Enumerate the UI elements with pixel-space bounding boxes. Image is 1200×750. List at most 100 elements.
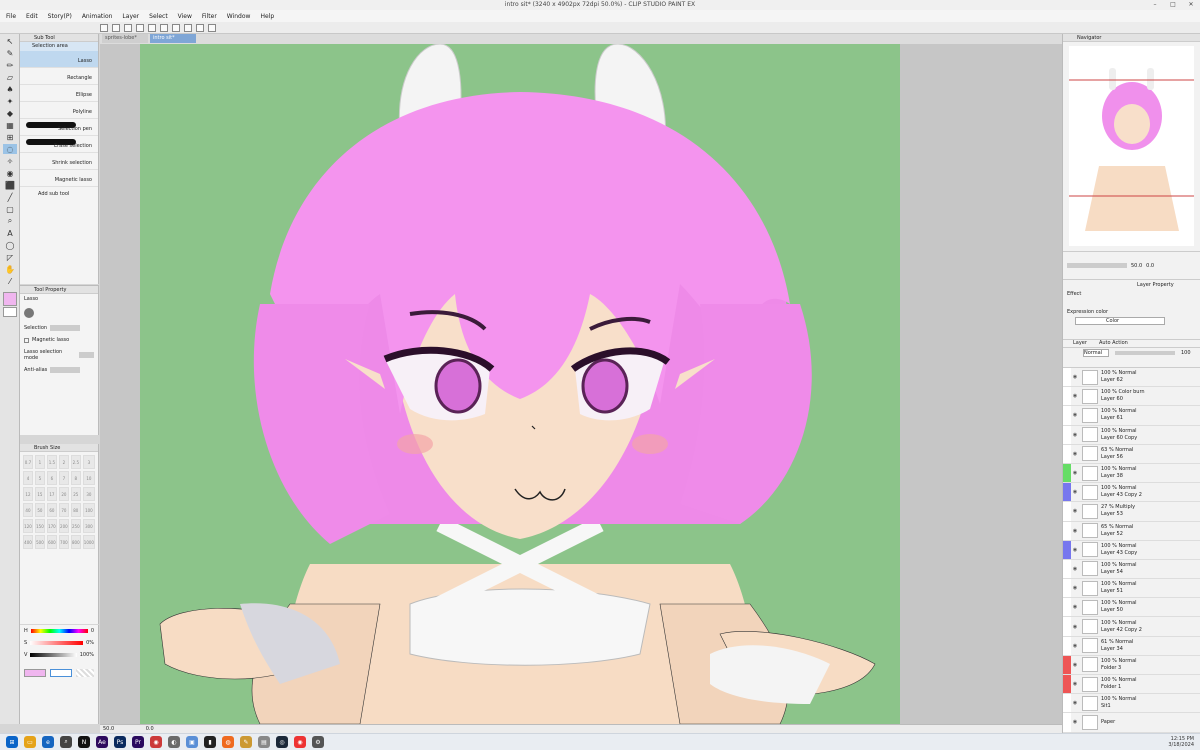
brush-size-option[interactable]: 2.5 [70, 455, 81, 469]
layer-row[interactable]: ◉ 100 % Normal Layer 54 [1063, 559, 1200, 580]
sub-tool-lasso[interactable]: Lasso [20, 51, 98, 68]
app2-icon[interactable]: ✎ [240, 736, 252, 748]
eyedropper-tool-icon[interactable]: ⁄ [3, 276, 17, 286]
brush-size-option[interactable]: 800 [70, 535, 81, 549]
layer-row[interactable]: ◉ 65 % Normal Layer 52 [1063, 521, 1200, 541]
eye-icon[interactable]: ◉ [1071, 604, 1079, 610]
current-color-swatch[interactable] [24, 669, 46, 677]
value-slider[interactable] [30, 653, 77, 657]
brush-size-option[interactable]: 60 [46, 503, 57, 517]
sub-tool-erase-selection[interactable]: Erase selection [20, 136, 98, 153]
canvas-artwork[interactable] [140, 44, 900, 724]
brush-size-option[interactable]: 600 [46, 535, 57, 549]
magnetic-lasso-checkbox[interactable] [24, 337, 29, 343]
brush-size-option[interactable]: 20 [58, 487, 69, 501]
brush-size-option[interactable]: 700 [58, 535, 69, 549]
deselect-icon[interactable] [184, 23, 192, 32]
eye-icon[interactable]: ◉ [1071, 585, 1079, 591]
expression-color-select[interactable]: Color [1075, 317, 1165, 325]
sub-tool-shrink-selection[interactable]: Shrink selection [20, 153, 98, 170]
save-icon[interactable] [124, 23, 132, 32]
search-icon[interactable]: ⌕ [60, 736, 72, 748]
brush-size-option[interactable]: 2 [58, 455, 69, 469]
eye-icon[interactable]: ◉ [1071, 547, 1079, 553]
hue-slider[interactable] [30, 629, 88, 633]
opacity-slider[interactable] [1115, 351, 1175, 355]
add-sub-tool-button[interactable]: Add sub tool [20, 187, 98, 201]
brush-size-option[interactable]: 50 [34, 503, 45, 517]
blend-mode-select[interactable]: Normal [1083, 349, 1109, 357]
menu-select[interactable]: Select [149, 13, 168, 20]
lasso-mode-select[interactable] [78, 352, 94, 358]
eye-icon[interactable]: ◉ [1071, 624, 1079, 630]
fill-tool-icon[interactable]: ◆ [3, 108, 17, 118]
close-button[interactable]: ✕ [1182, 0, 1200, 10]
pencil-tool-icon[interactable]: ✏ [3, 60, 17, 70]
app-icon[interactable]: ◐ [168, 736, 180, 748]
menu-file[interactable]: File [6, 13, 16, 20]
blend-tool-icon[interactable]: ◉ [3, 168, 17, 178]
system-clock[interactable]: 12:15 PM 3/18/2024 [1168, 736, 1194, 748]
layer-row[interactable]: ◉ 100 % Normal Layer 43 Copy 2 [1063, 483, 1200, 503]
firefox-icon[interactable]: ◍ [222, 736, 234, 748]
brush-size-option[interactable]: 6 [46, 471, 57, 485]
balloon-tool-icon[interactable]: ◯ [3, 240, 17, 250]
brush-size-option[interactable]: 5 [34, 471, 45, 485]
sub-tool-selection-pen[interactable]: Selection pen [20, 119, 98, 136]
brush-size-option[interactable]: 17 [46, 487, 57, 501]
layer-row[interactable]: ◉ 100 % Normal Layer 61 [1063, 406, 1200, 426]
brush-size-option[interactable]: 3 [82, 455, 95, 469]
new-icon[interactable] [100, 23, 108, 32]
terminal-icon[interactable]: ▮ [204, 736, 216, 748]
brush-size-option[interactable]: 300 [82, 519, 95, 533]
sub-color-preview[interactable] [50, 669, 72, 677]
window-icon[interactable]: ▣ [186, 736, 198, 748]
navigator-thumbnail[interactable] [1069, 46, 1194, 246]
ruler-tool-icon[interactable]: ◸ [3, 252, 17, 262]
layer-row[interactable]: ◉ 100 % Color burn Layer 60 [1063, 387, 1200, 407]
antialias-options[interactable] [50, 367, 81, 373]
redo-icon[interactable] [148, 23, 156, 32]
brush-size-option[interactable]: 500 [34, 535, 45, 549]
eye-icon[interactable]: ◉ [1071, 451, 1079, 457]
invert-selection-icon[interactable] [196, 23, 204, 32]
brush-size-option[interactable]: 170 [46, 519, 57, 533]
navigator-zoom-slider[interactable] [1067, 263, 1127, 268]
brush-size-option[interactable]: 25 [70, 487, 81, 501]
clear-icon[interactable] [160, 23, 168, 32]
brush-size-option[interactable]: 250 [70, 519, 81, 533]
snap-icon[interactable] [208, 23, 216, 32]
layer-row[interactable]: ◉ 63 % Normal Layer 56 [1063, 444, 1200, 464]
windows-start-icon[interactable]: ⊞ [6, 736, 18, 748]
brush-size-option[interactable]: 30 [82, 487, 95, 501]
minimize-button[interactable]: – [1146, 0, 1164, 10]
maximize-button[interactable]: □ [1164, 0, 1182, 10]
zoom-tool-icon[interactable]: ⌕ [3, 216, 17, 226]
brush-size-option[interactable]: 200 [58, 519, 69, 533]
sub-tool-polyline[interactable]: Polyline [20, 102, 98, 119]
layer-row[interactable]: ◉ Paper [1063, 713, 1200, 733]
eye-icon[interactable]: ◉ [1071, 374, 1079, 380]
gradient-tool-icon[interactable]: ▦ [3, 120, 17, 130]
menu-window[interactable]: Window [227, 13, 251, 20]
brush-size-option[interactable]: 7 [58, 471, 69, 485]
after-effects-icon[interactable]: Ae [96, 736, 108, 748]
eye-icon[interactable]: ◉ [1071, 643, 1079, 649]
brush-size-option[interactable]: 4 [23, 471, 33, 485]
grid-tool-icon[interactable]: ⊞ [3, 132, 17, 142]
app3-icon[interactable]: ▤ [258, 736, 270, 748]
open-icon[interactable] [112, 23, 120, 32]
brush-size-option[interactable]: 0.7 [23, 455, 33, 469]
layer-row[interactable]: ◉ 100 % Normal Layer 42 Copy 2 [1063, 617, 1200, 637]
text-tool-icon[interactable]: A [3, 228, 17, 238]
eye-icon[interactable]: ◉ [1071, 700, 1079, 706]
eye-icon[interactable]: ◉ [1071, 412, 1079, 418]
eye-icon[interactable]: ◉ [1071, 393, 1079, 399]
menu-layer[interactable]: Layer [122, 13, 139, 20]
clip-studio-icon[interactable]: ◉ [150, 736, 162, 748]
menu-edit[interactable]: Edit [26, 13, 38, 20]
photoshop-icon[interactable]: Ps [114, 736, 126, 748]
pen-tool-icon[interactable]: ✎ [3, 48, 17, 58]
sub-tool-ellipse[interactable]: Ellipse [20, 85, 98, 102]
file-explorer-icon[interactable]: ▭ [24, 736, 36, 748]
